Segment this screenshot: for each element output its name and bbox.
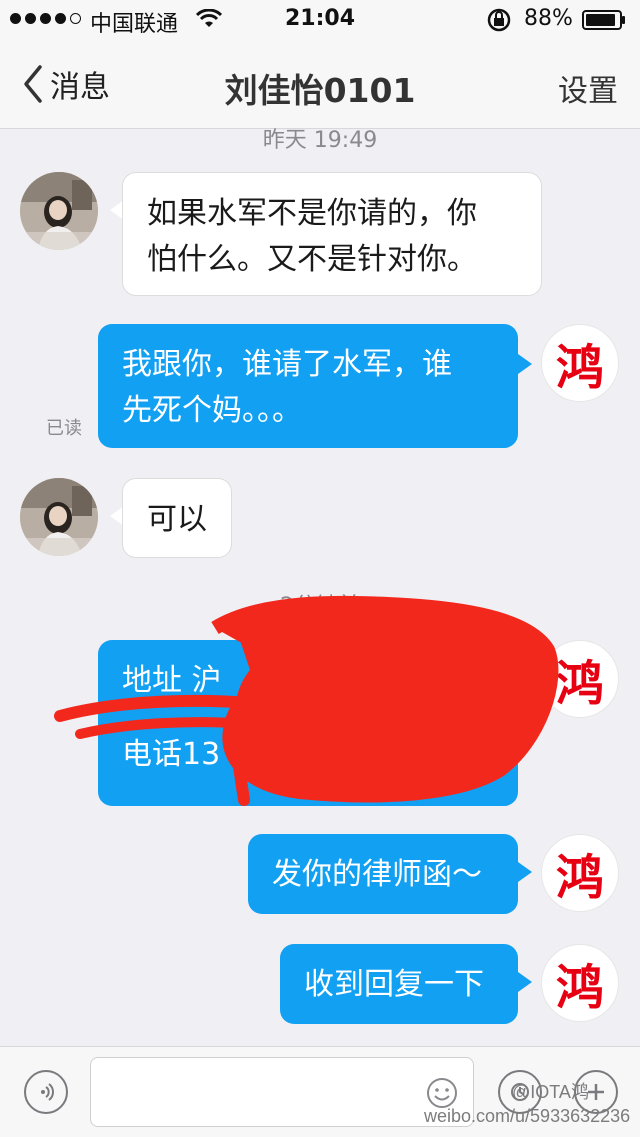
message-line: 我跟你，谁请了水军，谁 bbox=[122, 347, 452, 382]
timestamp: 昨天 19:49 bbox=[262, 128, 378, 153]
message-bubble-incoming[interactable]: 如果水军不是你请的，你 怕什么。又不是针对你。 bbox=[122, 172, 542, 296]
settings-button[interactable]: 设置 bbox=[558, 66, 618, 110]
message-line: 怕什么。又不是针对你。 bbox=[147, 242, 477, 277]
my-avatar[interactable]: 鸿 bbox=[541, 324, 619, 402]
message-bubble-outgoing[interactable]: 我跟你，谁请了水军，谁 先死个妈。。。 bbox=[98, 324, 518, 448]
message-line: 如果水军不是你请的，你 bbox=[147, 196, 477, 231]
read-receipt: 已读 bbox=[46, 418, 82, 439]
message-line: 发你的律师函～ bbox=[272, 857, 482, 892]
contact-avatar[interactable] bbox=[20, 478, 98, 556]
battery-icon bbox=[582, 10, 625, 30]
my-avatar[interactable]: 鸿 bbox=[541, 834, 619, 912]
contact-photo bbox=[20, 172, 98, 250]
top-bar: 中国联通 21:04 88% 消息 刘佳怡0101 设置 bbox=[0, 0, 640, 129]
battery-percentage: 88% bbox=[524, 6, 573, 31]
message-bubble-outgoing[interactable]: 收到回复一下 bbox=[280, 944, 518, 1024]
message-bubble-outgoing[interactable]: 地址 沪 电话13 bbox=[98, 640, 518, 806]
message-line: 先死个妈。。。 bbox=[122, 393, 302, 428]
watermark-url: weibo.com/u/5933632236 bbox=[424, 1106, 631, 1126]
status-bar: 中国联通 21:04 88% bbox=[0, 0, 640, 40]
message-line: 可以 bbox=[147, 502, 207, 537]
message-line: 地址 沪 bbox=[122, 663, 222, 698]
navigation-bar: 消息 刘佳怡0101 设置 bbox=[0, 40, 640, 128]
message-line: 收到回复一下 bbox=[304, 967, 484, 1002]
voice-icon bbox=[41, 1083, 54, 1101]
page-title: 刘佳怡0101 bbox=[224, 71, 416, 110]
timestamp: 2分钟前 bbox=[280, 594, 360, 619]
message-line: 电话13 bbox=[122, 737, 221, 772]
rotation-lock-icon bbox=[487, 8, 511, 32]
contact-photo bbox=[20, 478, 98, 556]
watermark-handle: @IOTA鸿 bbox=[512, 1082, 589, 1102]
message-bubble-outgoing[interactable]: 发你的律师函～ bbox=[248, 834, 518, 914]
message-input[interactable] bbox=[90, 1057, 474, 1127]
message-line bbox=[122, 704, 494, 732]
my-avatar[interactable]: 鸿 bbox=[541, 944, 619, 1022]
message-bubble-incoming[interactable]: 可以 bbox=[122, 478, 232, 558]
contact-avatar[interactable] bbox=[20, 172, 98, 250]
voice-button[interactable] bbox=[24, 1070, 68, 1114]
my-avatar[interactable]: 鸿 bbox=[541, 640, 619, 718]
emoji-icon[interactable] bbox=[425, 1076, 459, 1110]
